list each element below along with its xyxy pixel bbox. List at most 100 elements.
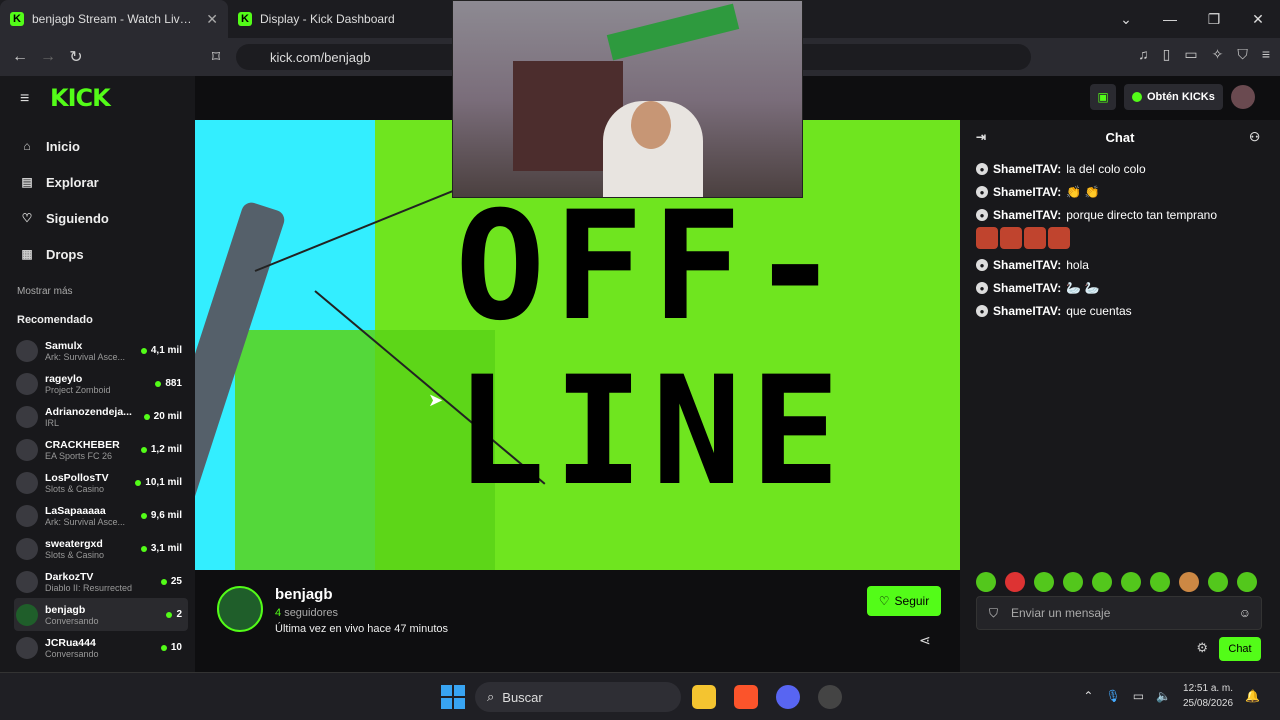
- sidebar-item-inicio[interactable]: ⌂ Inicio: [20, 128, 109, 164]
- share-icon[interactable]: ⋖: [919, 632, 931, 649]
- chat-username[interactable]: ShameITAV:: [993, 162, 1061, 176]
- chat-users-icon[interactable]: ⚇: [1249, 130, 1260, 144]
- emote-icon[interactable]: [1092, 572, 1112, 592]
- emote-icon[interactable]: [1005, 572, 1025, 592]
- bookmark-icon[interactable]: ⌑: [202, 47, 230, 67]
- streamer-avatar[interactable]: [217, 586, 263, 632]
- followers: 4 seguidores: [275, 607, 448, 619]
- live-dot-icon: [143, 413, 150, 420]
- close-tab-icon[interactable]: ✕: [206, 11, 218, 28]
- taskbar-search[interactable]: ⌕ Buscar: [475, 682, 681, 712]
- back-icon[interactable]: ←: [6, 48, 34, 66]
- windows-start-icon[interactable]: [441, 685, 465, 709]
- wallet-icon[interactable]: ▭: [1184, 46, 1197, 63]
- avatar: [16, 537, 38, 560]
- channel-item[interactable]: CRACKHEBER EA Sports FC 26 1,2 mil: [14, 433, 188, 466]
- volume-icon[interactable]: 🔈: [1156, 689, 1171, 703]
- hamburger-icon[interactable]: ≡: [20, 90, 29, 108]
- chat-settings-icon[interactable]: ⚙: [1196, 640, 1208, 656]
- channel-item[interactable]: LaSapaaaaa Ark: Survival Asce... 9,6 mil: [14, 499, 188, 532]
- chat-username[interactable]: ShameITAV:: [993, 208, 1061, 222]
- channel-item-selected[interactable]: benjagb Conversando 2: [14, 598, 188, 631]
- channel-name: Samulx: [45, 339, 83, 352]
- minimize-icon[interactable]: —: [1148, 11, 1192, 27]
- sidebar-item-label: Inicio: [46, 138, 80, 154]
- face-emote-icon: [1000, 227, 1022, 249]
- channel-name: DarkozTV: [45, 570, 94, 583]
- file-explorer-icon[interactable]: [692, 685, 716, 709]
- kick-logo[interactable]: KICK: [50, 84, 111, 112]
- channel-item[interactable]: Adrianozendeja... IRL 20 mil: [14, 400, 188, 433]
- show-more-link[interactable]: Mostrar más: [17, 286, 73, 297]
- avatar: [16, 405, 38, 428]
- sidebar-item-explorar[interactable]: ▤ Explorar: [20, 164, 109, 200]
- channel-item[interactable]: rageylo Project Zomboid 881: [14, 367, 188, 400]
- channel-name: JCRua444: [45, 636, 96, 649]
- emote-icon[interactable]: [1237, 572, 1257, 592]
- notification-bell-icon[interactable]: 🔔: [1245, 689, 1260, 703]
- live-dot-icon: [155, 380, 162, 387]
- header-actions: ▣ Obtén KICKs: [1090, 84, 1255, 110]
- music-icon[interactable]: ♫: [1138, 46, 1149, 63]
- collapse-chat-icon[interactable]: ⇥: [976, 130, 986, 144]
- emote-icon[interactable]: [976, 572, 996, 592]
- forward-icon[interactable]: →: [34, 48, 62, 66]
- channel-item[interactable]: LosPollosTV Slots & Casino 10,1 mil: [14, 466, 188, 499]
- sidebar-item-drops[interactable]: ▦ Drops: [20, 236, 109, 272]
- menu-icon[interactable]: ≡: [1262, 46, 1270, 63]
- viewer-count-text: 10: [170, 642, 182, 653]
- windows-taskbar: ⌕ Buscar ⌃ 🎙 ▭ 🔈 12:51 a. m. 25/08/2026 🔔: [0, 672, 1280, 720]
- browser-tab-active[interactable]: K benjagb Stream - Watch Live on Kick ✕: [0, 0, 228, 38]
- tab-search-icon[interactable]: ⌄: [1104, 11, 1148, 28]
- close-window-icon[interactable]: ✕: [1236, 11, 1280, 28]
- channel-item[interactable]: sweatergxd Slots & Casino 3,1 mil: [14, 532, 188, 565]
- leo-icon[interactable]: ✧: [1212, 46, 1224, 63]
- discord-icon[interactable]: [776, 685, 800, 709]
- chat-input[interactable]: ⛉ Enviar un mensaje ☺: [976, 596, 1262, 630]
- get-kicks-button[interactable]: Obtén KICKs: [1124, 84, 1223, 110]
- sidebar-item-label: Explorar: [46, 174, 99, 190]
- streamer-name[interactable]: benjagb: [275, 586, 448, 603]
- emote-icon[interactable]: [1179, 572, 1199, 592]
- sidebar-item-siguiendo[interactable]: ♡ Siguiendo: [20, 200, 109, 236]
- chevron-up-icon[interactable]: ⌃: [1083, 689, 1093, 703]
- viewer-count: 10,1 mil: [135, 477, 182, 488]
- network-icon[interactable]: ▭: [1133, 689, 1144, 703]
- emote-icon[interactable]: [1121, 572, 1141, 592]
- chat-username[interactable]: ShameITAV:: [993, 304, 1061, 318]
- channel-item[interactable]: DarkozTV Diablo II: Resurrected 25: [14, 565, 188, 598]
- channel-name: LaSapaaaaa: [45, 504, 106, 517]
- maximize-icon[interactable]: ❐: [1192, 11, 1236, 28]
- viewer-count-text: 20 mil: [153, 411, 182, 422]
- emote-icon[interactable]: [1150, 572, 1170, 592]
- send-chat-button[interactable]: Chat: [1219, 637, 1261, 661]
- microphone-icon[interactable]: 🎙: [1105, 689, 1120, 703]
- channel-name: sweatergxd: [45, 537, 103, 550]
- live-dot-icon: [160, 578, 167, 585]
- offline-text-line1: OFF-: [455, 180, 849, 354]
- chat-username[interactable]: ShameITAV:: [993, 185, 1061, 199]
- clock[interactable]: 12:51 a. m. 25/08/2026: [1183, 681, 1233, 711]
- sidebar-icon[interactable]: ▯: [1163, 46, 1171, 63]
- dashboard-icon[interactable]: ▣: [1090, 84, 1116, 110]
- chat-username[interactable]: ShameITAV:: [993, 258, 1061, 272]
- viewer-count: 25: [160, 576, 182, 587]
- chat-username[interactable]: ShameITAV:: [993, 281, 1061, 295]
- channel-item[interactable]: Samulx Ark: Survival Asce... 4,1 mil: [14, 334, 188, 367]
- emote-icon[interactable]: [1208, 572, 1228, 592]
- vpn-icon[interactable]: ⛉: [1237, 46, 1248, 63]
- follow-button[interactable]: ♡ Seguir: [867, 586, 941, 616]
- user-avatar[interactable]: [1230, 85, 1255, 109]
- channel-item[interactable]: JCRua444 Conversando 10: [14, 631, 188, 664]
- kick-favicon-icon: K: [238, 12, 252, 26]
- browser-tab[interactable]: K Display - Kick Dashboard: [228, 0, 456, 38]
- brave-browser-icon[interactable]: [734, 685, 758, 709]
- reload-icon[interactable]: ↻: [62, 47, 90, 67]
- channel-category: Conversando: [45, 648, 99, 659]
- viewer-count: 20 mil: [143, 411, 182, 422]
- emote-icon[interactable]: [1063, 572, 1083, 592]
- emoji-icon[interactable]: ☺: [1239, 606, 1251, 620]
- tab-title: benjagb Stream - Watch Live on Kick: [32, 12, 198, 26]
- obs-icon[interactable]: [818, 685, 842, 709]
- emote-icon[interactable]: [1034, 572, 1054, 592]
